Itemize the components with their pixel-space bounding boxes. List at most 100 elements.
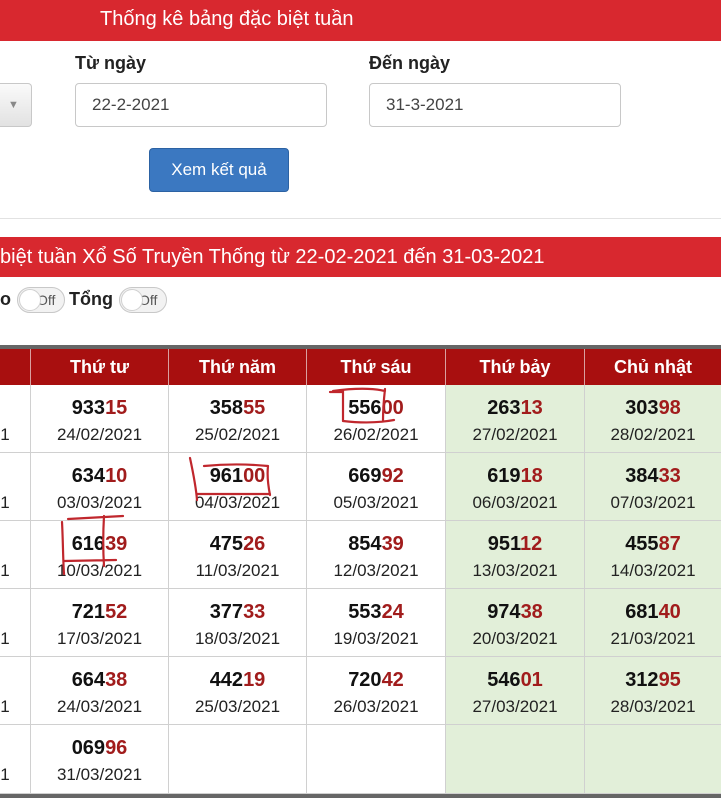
from-date-input[interactable]: 22-2-2021 bbox=[75, 83, 327, 127]
number-tail: 26 bbox=[243, 533, 266, 555]
lottery-number: 66992 bbox=[307, 465, 445, 488]
lottery-number: 35855 bbox=[169, 397, 306, 420]
view-results-button[interactable]: Xem kết quả bbox=[149, 148, 289, 192]
draw-date: 10/03/2021 bbox=[56, 561, 143, 580]
table-cell: 97438 20/03/2021 bbox=[446, 589, 585, 657]
province-select[interactable]: ▼ bbox=[0, 83, 32, 127]
number-head: 619 bbox=[487, 465, 521, 487]
table-cell: 54601 27/03/2021 bbox=[446, 657, 585, 725]
from-date-label: Từ ngày bbox=[75, 53, 147, 73]
results-title-bar: biệt tuần Xổ Số Truyền Thống từ 22-02-20… bbox=[0, 237, 721, 277]
number-head: 556 bbox=[348, 397, 382, 419]
lottery-number: 31295 bbox=[585, 669, 721, 692]
number-head: 933 bbox=[71, 397, 106, 419]
lottery-number: 95112 bbox=[446, 533, 584, 556]
number-tail: 00 bbox=[243, 465, 266, 487]
number-head: 384 bbox=[625, 465, 659, 487]
number-head: 634 bbox=[71, 465, 106, 487]
number-tail: 15 bbox=[105, 397, 128, 419]
number-tail: 42 bbox=[381, 669, 404, 691]
number-tail: 33 bbox=[658, 465, 681, 487]
lottery-number: 93315 bbox=[31, 397, 168, 420]
toggle-knob bbox=[121, 289, 143, 311]
lottery-number: 63410 bbox=[31, 465, 168, 488]
number-tail: 38 bbox=[105, 669, 128, 691]
table-cell: 26313 27/02/2021 bbox=[446, 385, 585, 453]
page-header: Thống kê bảng đặc biệt tuần bbox=[0, 0, 721, 41]
table-cell: 95112 13/03/2021 bbox=[446, 521, 585, 589]
draw-date: 27/02/2021 bbox=[472, 425, 558, 444]
table-cell-partial: 1 bbox=[0, 521, 31, 589]
to-date-input[interactable]: 31-3-2021 bbox=[369, 83, 621, 127]
section-divider bbox=[0, 218, 721, 219]
number-tail: 19 bbox=[243, 669, 266, 691]
number-head: 854 bbox=[348, 533, 382, 555]
header-sunday: Chủ nhật bbox=[585, 349, 721, 385]
tong-toggle-switch[interactable]: Off bbox=[119, 287, 167, 313]
number-head: 720 bbox=[348, 669, 382, 691]
number-tail: 55 bbox=[243, 397, 266, 419]
chevron-down-icon: ▼ bbox=[8, 99, 19, 111]
table-cell: 93315 24/02/2021 bbox=[31, 385, 169, 453]
draw-date: 24/02/2021 bbox=[56, 425, 143, 444]
table-cell: 47526 11/03/2021 bbox=[169, 521, 307, 589]
number-head: 377 bbox=[209, 601, 244, 623]
table-cell bbox=[307, 725, 446, 794]
draw-date: 21/03/2021 bbox=[610, 629, 696, 648]
lottery-number: 97438 bbox=[446, 601, 584, 624]
table-cell-partial: 1 bbox=[0, 385, 31, 453]
lottery-number: 72042 bbox=[307, 669, 445, 692]
number-head: 455 bbox=[625, 533, 659, 555]
number-tail: 40 bbox=[658, 601, 681, 623]
draw-date: 25/03/2021 bbox=[194, 697, 281, 716]
number-head: 263 bbox=[487, 397, 521, 419]
page-title: Thống kê bảng đặc biệt tuần bbox=[100, 8, 354, 30]
table-header-partial bbox=[0, 349, 31, 385]
table-cell: 96100 04/03/2021 bbox=[169, 453, 307, 521]
table-cell: 63410 03/03/2021 bbox=[31, 453, 169, 521]
number-head: 664 bbox=[71, 669, 106, 691]
table-cell: 06996 31/03/2021 bbox=[31, 725, 169, 794]
lottery-number: 30398 bbox=[585, 397, 721, 420]
draw-date: 03/03/2021 bbox=[56, 493, 143, 512]
first-toggle-switch[interactable]: Off bbox=[17, 287, 65, 313]
partial-date-digit: 1 bbox=[0, 561, 10, 580]
draw-date: 27/03/2021 bbox=[472, 697, 558, 716]
number-tail: 33 bbox=[243, 601, 266, 623]
number-tail: 96 bbox=[105, 737, 128, 759]
table-cell: 61639 10/03/2021 bbox=[31, 521, 169, 589]
table-cell-partial: 1 bbox=[0, 725, 31, 794]
table-cell: 37733 18/03/2021 bbox=[169, 589, 307, 657]
table-cell: 30398 28/02/2021 bbox=[585, 385, 721, 453]
number-tail: 12 bbox=[520, 533, 543, 555]
number-head: 312 bbox=[625, 669, 659, 691]
number-tail: 01 bbox=[520, 669, 543, 691]
number-head: 974 bbox=[487, 601, 521, 623]
toggle-label-first: o bbox=[0, 289, 11, 309]
table-cell bbox=[169, 725, 307, 794]
draw-date: 28/02/2021 bbox=[610, 425, 696, 444]
number-head: 475 bbox=[209, 533, 244, 555]
table-cell bbox=[446, 725, 585, 794]
lottery-number: 44219 bbox=[169, 669, 306, 692]
number-head: 961 bbox=[209, 465, 244, 487]
toggle-row: o Off Tổng Off bbox=[0, 287, 721, 313]
draw-date: 07/03/2021 bbox=[610, 493, 696, 512]
number-head: 553 bbox=[348, 601, 382, 623]
table-cell: 38433 07/03/2021 bbox=[585, 453, 721, 521]
draw-date: 11/03/2021 bbox=[195, 561, 280, 580]
number-tail: 10 bbox=[105, 465, 128, 487]
number-tail: 24 bbox=[381, 601, 404, 623]
number-tail: 92 bbox=[381, 465, 404, 487]
lottery-number: 55324 bbox=[307, 601, 445, 624]
table-cell: 35855 25/02/2021 bbox=[169, 385, 307, 453]
toggle-label-tong: Tổng bbox=[69, 289, 113, 309]
table-cell-partial: 1 bbox=[0, 453, 31, 521]
header-thursday: Thứ năm bbox=[169, 349, 307, 385]
table-cell: 55324 19/03/2021 bbox=[307, 589, 446, 657]
table-cell: 72042 26/03/2021 bbox=[307, 657, 446, 725]
lottery-number: 72152 bbox=[31, 601, 168, 624]
table-cell: 44219 25/03/2021 bbox=[169, 657, 307, 725]
draw-date: 31/03/2021 bbox=[56, 765, 143, 784]
draw-date: 18/03/2021 bbox=[194, 629, 281, 648]
